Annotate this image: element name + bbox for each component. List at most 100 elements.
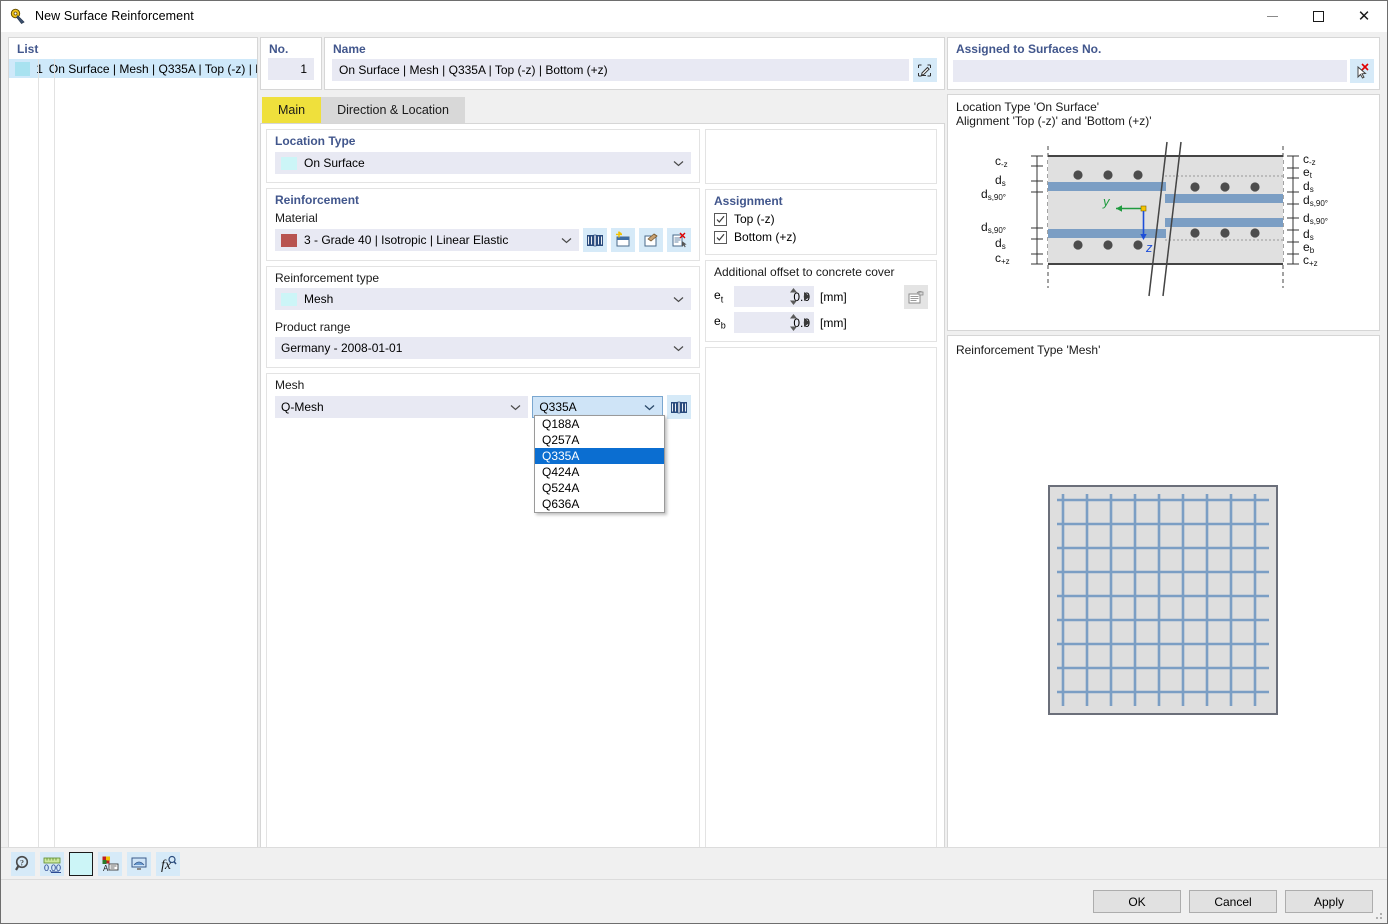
checkbox-bottom[interactable]	[714, 230, 727, 244]
checkbox-top[interactable]	[714, 212, 727, 226]
cross-section-diagram: y z c-z ds ds,90° ds,90° ds c+z c-z et d…	[948, 128, 1379, 308]
dropdown-option-selected[interactable]: Q335A	[535, 448, 664, 464]
number-label: No.	[269, 42, 289, 56]
checkbox-row-top[interactable]: Top (-z)	[714, 212, 928, 226]
help-info-button[interactable]: ?	[11, 851, 35, 876]
name-edit-button[interactable]	[912, 58, 937, 82]
material-library-button[interactable]	[583, 228, 607, 252]
checkbox-row-bottom[interactable]: Bottom (+z)	[714, 230, 928, 244]
list-item[interactable]: 1 On Surface | Mesh | Q335A | Top (-z) |…	[9, 59, 257, 78]
material-label: Material	[275, 211, 318, 225]
location-type-swatch	[281, 156, 297, 170]
reinforcement-type-swatch	[281, 292, 297, 306]
svg-text:A: A	[103, 864, 109, 873]
tab-direction-location[interactable]: Direction & Location	[321, 97, 465, 123]
main-left-column: Location Type On Surface Reinforcement M…	[266, 129, 700, 859]
spinner-arrows-icon[interactable]	[789, 288, 798, 305]
resize-grip-icon[interactable]	[1372, 909, 1384, 921]
color-swatch-button[interactable]	[69, 851, 93, 876]
name-field-group: Name On Surface | Mesh | Q335A | Top (-z…	[324, 37, 945, 90]
chevron-down-icon	[644, 400, 655, 414]
window-controls: ✕	[1249, 1, 1387, 32]
svg-text:ds: ds	[995, 236, 1006, 251]
svg-text:ds,90°: ds,90°	[981, 220, 1006, 235]
chevron-down-icon	[673, 156, 684, 170]
dropdown-option[interactable]: Q524A	[535, 480, 664, 496]
concrete-cover-button[interactable]	[904, 285, 928, 309]
material-row: 3 - Grade 40 | Isotropic | Linear Elasti…	[275, 228, 691, 252]
offset-eb-unit: [mm]	[820, 315, 847, 330]
maximize-icon	[1312, 10, 1324, 22]
dialog-window: New Surface Reinforcement ✕ List 1 On Su	[0, 0, 1388, 924]
material-new-button[interactable]	[611, 228, 635, 252]
assigned-surfaces-label: Assigned to Surfaces No.	[955, 42, 1102, 56]
formula-button[interactable]: fx	[156, 851, 180, 876]
offset-et-input[interactable]: 0.0	[734, 286, 814, 307]
mesh-diagram	[948, 357, 1379, 842]
offset-eb-label: eb	[714, 314, 726, 331]
units-button[interactable]: 0, 00	[40, 851, 64, 876]
cancel-button[interactable]: Cancel	[1189, 890, 1277, 913]
mesh-label: Mesh	[275, 378, 305, 392]
svg-text:ds: ds	[995, 173, 1006, 188]
mesh-size-dropdown-list[interactable]: Q188A Q257A Q335A Q424A Q524A Q636A	[534, 415, 665, 513]
material-delete-button[interactable]	[667, 228, 691, 252]
chevron-down-icon	[510, 400, 521, 414]
assigned-surfaces-pick-button[interactable]	[1350, 59, 1374, 83]
chevron-down-icon	[561, 233, 572, 247]
minimize-button[interactable]	[1249, 1, 1295, 32]
material-select[interactable]: 3 - Grade 40 | Isotropic | Linear Elasti…	[275, 229, 579, 251]
dropdown-option[interactable]: Q257A	[535, 432, 664, 448]
material-edit-button[interactable]	[639, 228, 663, 252]
ok-button[interactable]: OK	[1093, 890, 1181, 913]
main-right-column: Assignment Top (-z) Bottom (+z) Addition…	[705, 129, 937, 859]
mesh-library-button[interactable]	[667, 395, 691, 419]
reinforcement-type-select[interactable]: Mesh	[275, 288, 691, 310]
main-pane: No. 1 Name On Surface | Mesh | Q335A | T…	[260, 37, 945, 923]
offset-eb-input[interactable]: 0.0	[734, 312, 814, 333]
mesh-size-value: Q335A	[539, 400, 577, 414]
list-box[interactable]: 1 On Surface | Mesh | Q335A | Top (-z) |…	[8, 59, 258, 856]
dialog-body: List 1 On Surface | Mesh | Q335A | Top (…	[1, 32, 1387, 923]
number-input[interactable]: 1	[268, 58, 314, 80]
reinforcement-group: Reinforcement Material 3 - Grade 40 | Is…	[266, 188, 700, 261]
check-icon	[716, 233, 725, 241]
reinforcement-type-group: Reinforcement type Mesh Product range Ge…	[266, 266, 700, 368]
offset-et-label: et	[714, 288, 724, 305]
reinforcement-type-illustration-panel: Reinforcement Type 'Mesh' as,	[946, 335, 1380, 923]
illustration-title-line2: Alignment 'Top (-z)' and 'Bottom (+z)'	[955, 114, 1152, 128]
dropdown-option[interactable]: Q188A	[535, 416, 664, 432]
dropdown-option[interactable]: Q424A	[535, 464, 664, 480]
location-type-value: On Surface	[304, 156, 365, 170]
offset-title: Additional offset to concrete cover	[714, 265, 895, 279]
close-button[interactable]: ✕	[1341, 1, 1387, 32]
tab-panel-main: Location Type On Surface Reinforcement M…	[260, 123, 945, 865]
checkbox-bottom-label: Bottom (+z)	[734, 230, 797, 244]
visibility-button[interactable]	[127, 851, 151, 876]
location-type-select[interactable]: On Surface	[275, 152, 691, 174]
spinner-arrows-icon[interactable]	[789, 314, 798, 331]
tab-main[interactable]: Main	[262, 97, 322, 123]
window-title: New Surface Reinforcement	[35, 9, 194, 23]
mesh-type-select[interactable]: Q-Mesh	[275, 396, 529, 418]
svg-text:c-z: c-z	[995, 154, 1008, 169]
dialog-button-bar: OK Cancel Apply	[1, 879, 1387, 923]
product-range-select[interactable]: Germany - 2008-01-01	[275, 337, 691, 359]
dropdown-option[interactable]: Q636A	[535, 496, 664, 512]
location-type-title: Location Type	[275, 134, 356, 148]
play-arrow-icon[interactable]	[804, 316, 810, 330]
material-value: 3 - Grade 40 | Isotropic | Linear Elasti…	[304, 233, 509, 247]
name-input[interactable]: On Surface | Mesh | Q335A | Top (-z) | B…	[332, 59, 909, 81]
reinforcement-type-label: Reinforcement type	[275, 271, 380, 285]
right-pane: Assigned to Surfaces No. Location Type '…	[946, 37, 1380, 923]
location-type-group: Location Type On Surface	[266, 129, 700, 183]
location-type-illustration-panel: Location Type 'On Surface' Alignment 'To…	[946, 94, 1380, 331]
assigned-surfaces-input[interactable]	[952, 60, 1347, 82]
play-arrow-icon[interactable]	[804, 290, 810, 304]
mesh-illustration-title: Reinforcement Type 'Mesh'	[955, 343, 1101, 357]
maximize-button[interactable]	[1295, 1, 1341, 32]
list-column-dividers	[9, 59, 257, 855]
offset-group: Additional offset to concrete cover et 0…	[705, 260, 937, 342]
display-properties-button[interactable]: A	[98, 851, 122, 876]
apply-button[interactable]: Apply	[1285, 890, 1373, 913]
